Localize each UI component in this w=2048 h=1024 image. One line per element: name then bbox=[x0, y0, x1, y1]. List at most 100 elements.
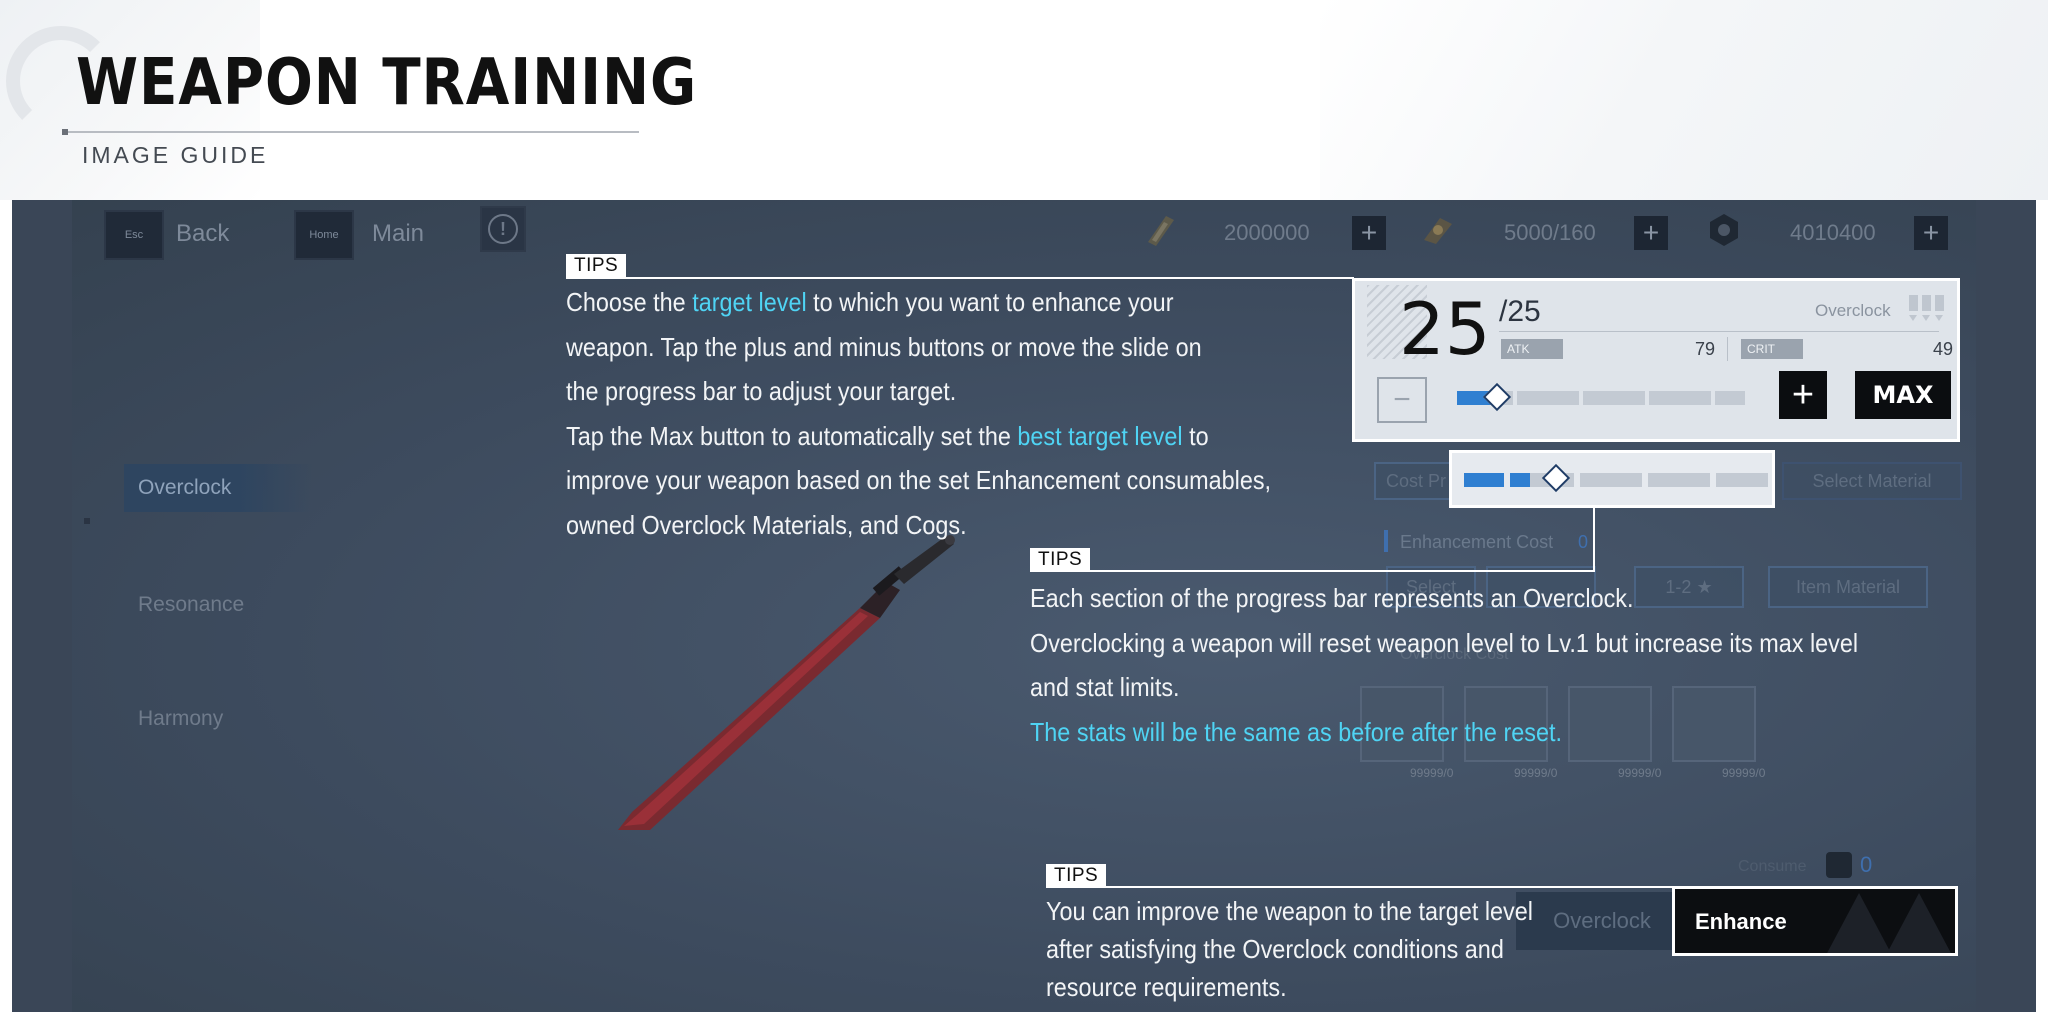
enhancement-cost-label: Enhancement Cost bbox=[1400, 532, 1554, 552]
overclock-label: Overclock bbox=[1815, 301, 1891, 320]
tips-1-line-3: the progress bar to adjust your target. bbox=[566, 376, 957, 406]
tips-2-line-3: and stat limits. bbox=[1030, 672, 1180, 702]
game-right-edge bbox=[1976, 200, 2036, 1012]
main-label[interactable]: Main bbox=[372, 220, 424, 248]
progress-segment-filled bbox=[1510, 473, 1530, 487]
consume-cog-icon bbox=[1826, 852, 1852, 878]
progress-segment bbox=[1648, 473, 1710, 487]
cog-icon bbox=[1710, 214, 1738, 246]
game-left-edge bbox=[12, 200, 72, 1012]
tips-tag-1: TIPS bbox=[566, 254, 627, 278]
enhance-button[interactable]: Enhance bbox=[1672, 886, 1958, 956]
back-label[interactable]: Back bbox=[176, 220, 229, 248]
max-level-button[interactable]: MAX bbox=[1855, 371, 1951, 419]
progress-segment bbox=[1580, 473, 1642, 487]
plus-icon: + bbox=[1791, 374, 1815, 416]
tips-connector-2-vertical bbox=[1593, 508, 1595, 570]
select-material-button[interactable]: Select Material bbox=[1782, 462, 1962, 500]
overclock-button-label: Overclock bbox=[1553, 908, 1651, 933]
resource-value-3: 4010400 bbox=[1790, 220, 1876, 245]
add-resource-3-button[interactable]: + bbox=[1914, 216, 1948, 250]
title-divider bbox=[64, 131, 639, 133]
level-slider[interactable] bbox=[1457, 382, 1745, 412]
minus-icon: − bbox=[1393, 383, 1411, 416]
side-menu-item-overclock[interactable]: Overclock bbox=[124, 464, 314, 512]
page-subtitle: IMAGE GUIDE bbox=[82, 142, 269, 168]
enhance-deco bbox=[1885, 893, 1953, 953]
add-resource-2-button[interactable]: + bbox=[1634, 216, 1668, 250]
tips-tag-3: TIPS bbox=[1046, 864, 1107, 888]
tips-1-line-4: Tap the Max button to automatically set … bbox=[566, 420, 1209, 451]
crit-stat-value: 49 bbox=[1933, 339, 1954, 359]
enhancement-cost-marker bbox=[1384, 530, 1388, 552]
consume-value: 0 bbox=[1860, 852, 1873, 877]
tips-text-1: Choose the target level to which you wan… bbox=[566, 280, 1271, 547]
atk-stat-tag: ATK bbox=[1501, 339, 1563, 359]
tips-2-line-1: Each section of the progress bar represe… bbox=[1030, 583, 1634, 613]
slider-segment bbox=[1517, 391, 1579, 405]
material-count-3: 99999/0 bbox=[1618, 766, 1662, 780]
material-count-2: 99999/0 bbox=[1514, 766, 1558, 780]
tips-connector-1 bbox=[566, 277, 1354, 279]
resource-value-1: 2000000 bbox=[1224, 220, 1310, 245]
tips-1-line-6: owned Overclock Materials, and Cogs. bbox=[566, 509, 967, 540]
decrease-level-button[interactable]: − bbox=[1377, 377, 1427, 423]
slider-handle[interactable] bbox=[1482, 382, 1512, 412]
increase-level-button[interactable]: + bbox=[1779, 371, 1827, 419]
exclamation-icon: ! bbox=[488, 214, 518, 244]
material-count-1: 99999/0 bbox=[1410, 766, 1454, 780]
back-key-button[interactable]: Esc bbox=[104, 210, 164, 260]
info-button[interactable]: ! bbox=[480, 206, 526, 252]
stat-divider bbox=[1727, 337, 1728, 361]
title-divider-mark bbox=[62, 129, 68, 135]
crit-stat-tag: CRIT bbox=[1741, 339, 1803, 359]
target-level-panel: 25 /25 Overclock ATK 79 CRIT 49 − + MAX bbox=[1352, 278, 1960, 442]
slider-segment bbox=[1583, 391, 1645, 405]
cost-preview-label: Cost Pr bbox=[1386, 470, 1447, 491]
tips-text-3: You can improve the weapon to the target… bbox=[1046, 892, 1533, 1006]
tips-connector-3 bbox=[1046, 886, 1674, 888]
side-menu-label: Overclock bbox=[138, 476, 232, 499]
resource-value-2: 5000/160 bbox=[1504, 220, 1596, 245]
atk-stat-value: 79 bbox=[1695, 339, 1716, 359]
tips-2-line-2: Overclocking a weapon will reset weapon … bbox=[1030, 627, 1859, 658]
weapon-sword-image bbox=[618, 535, 955, 830]
enhance-button-label: Enhance bbox=[1695, 909, 1787, 934]
header-background-right bbox=[1320, 0, 2048, 200]
progress-segment-filled bbox=[1464, 473, 1504, 487]
overclock-material-icon bbox=[1424, 218, 1452, 244]
main-key-label: Home bbox=[309, 229, 339, 241]
material-count-4: 99999/0 bbox=[1722, 766, 1766, 780]
tips-tag-2: TIPS bbox=[1030, 548, 1091, 572]
side-menu-item-harmony[interactable]: Harmony bbox=[138, 707, 223, 731]
overclock-progress-bar[interactable] bbox=[1449, 450, 1775, 508]
cost-preview-tab[interactable]: Cost Pr bbox=[1374, 462, 1458, 500]
tips-1-line-2: weapon. Tap the plus and minus buttons o… bbox=[566, 331, 1202, 362]
level-divider bbox=[1499, 331, 1939, 332]
side-menu-marker bbox=[84, 518, 90, 524]
enhance-deco bbox=[1825, 893, 1893, 953]
enhancement-cost-value: 0 bbox=[1578, 532, 1589, 552]
tips-3-line-1: You can improve the weapon to the target… bbox=[1046, 896, 1533, 926]
consume-label: Consume bbox=[1738, 858, 1807, 875]
tips-2-line-4: The stats will be the same as before aft… bbox=[1030, 716, 1562, 747]
slider-segment bbox=[1649, 391, 1711, 405]
overclock-button[interactable]: Overclock bbox=[1516, 892, 1688, 950]
progress-segment bbox=[1716, 473, 1768, 487]
overclock-pips-icon bbox=[1909, 295, 1944, 321]
select-material-label: Select Material bbox=[1812, 470, 1932, 491]
slider-segment bbox=[1715, 391, 1745, 405]
add-resource-1-button[interactable]: + bbox=[1352, 216, 1386, 250]
weapon-material-icon bbox=[1148, 216, 1174, 246]
side-menu-item-resonance[interactable]: Resonance bbox=[138, 593, 244, 617]
tips-3-line-2: after satisfying the Overclock condition… bbox=[1046, 934, 1504, 964]
progress-handle[interactable] bbox=[1541, 463, 1571, 493]
main-key-button[interactable]: Home bbox=[294, 210, 354, 260]
tips-3-line-3: resource requirements. bbox=[1046, 972, 1287, 1002]
max-level-value: /25 bbox=[1499, 295, 1541, 328]
tips-1-line-5: improve your weapon based on the set Enh… bbox=[566, 465, 1272, 495]
page-title: WEAPON TRAINING bbox=[76, 46, 698, 120]
back-key-label: Esc bbox=[124, 229, 144, 241]
tips-1-line-1: Choose the target level to which you wan… bbox=[566, 287, 1174, 317]
tips-connector-2 bbox=[1030, 570, 1595, 572]
